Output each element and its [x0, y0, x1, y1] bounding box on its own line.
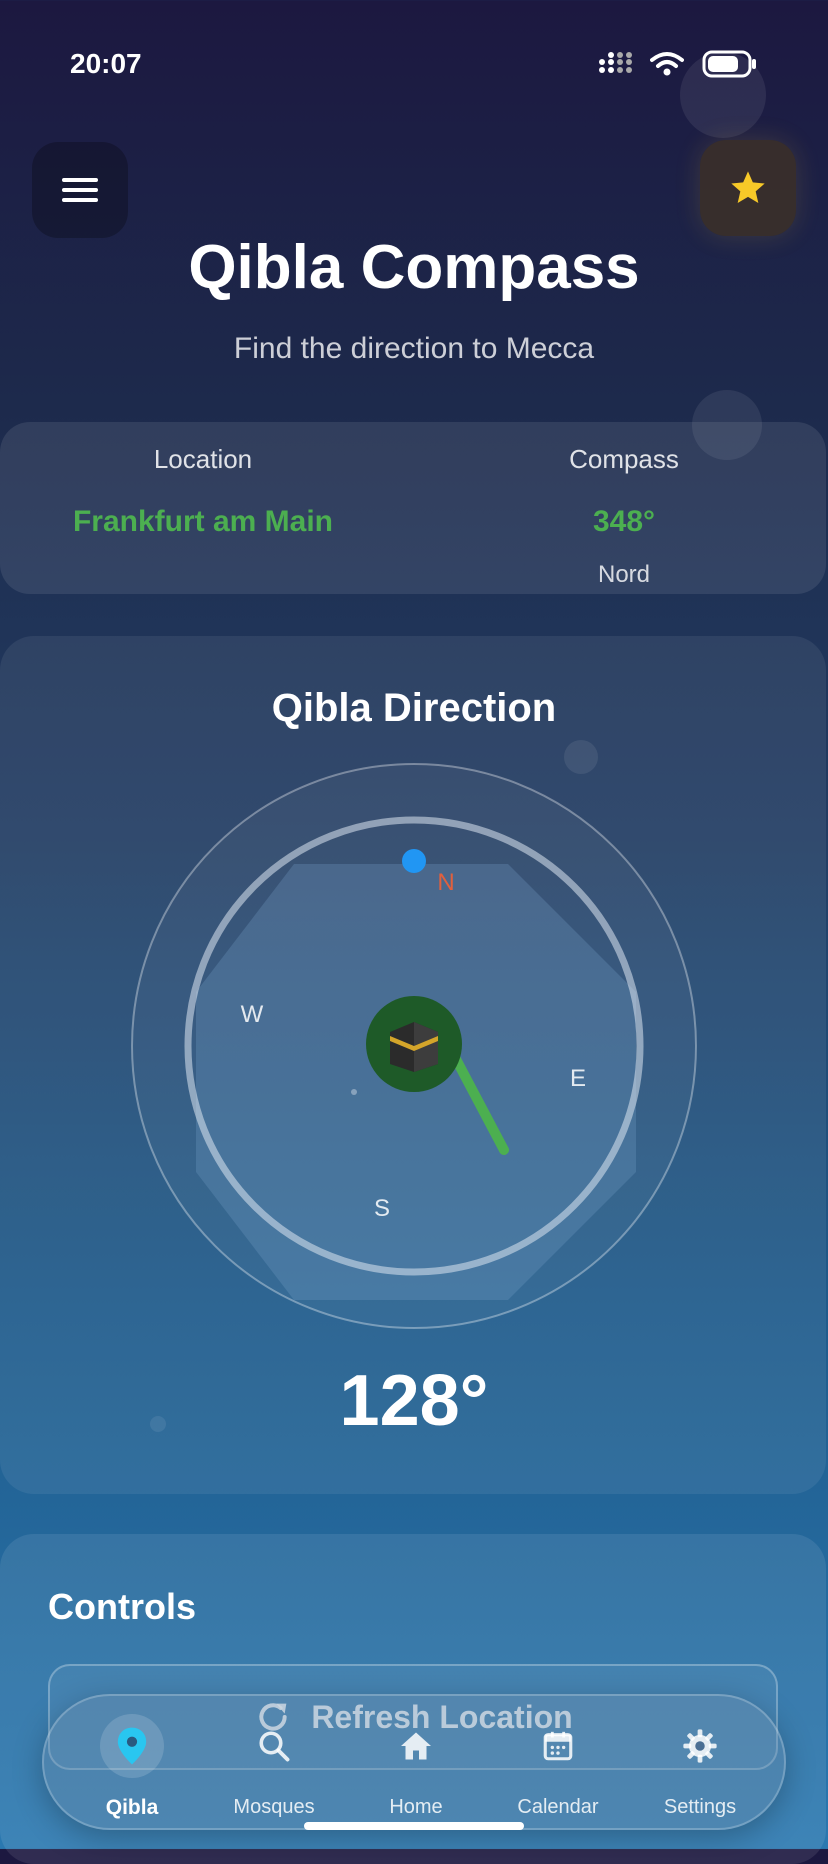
location-pin-icon	[117, 1727, 147, 1765]
nav-item-qibla[interactable]: Qibla	[62, 1696, 202, 1828]
nav-item-mosques[interactable]: Mosques	[204, 1696, 344, 1828]
qibla-direction-title: Qibla Direction	[271, 686, 557, 730]
nav-label-home: Home	[389, 1796, 443, 1818]
qibla-compass: N W E S	[131, 763, 697, 1329]
compass-label: Compass	[569, 444, 679, 474]
nav-label-settings: Settings	[663, 1796, 737, 1818]
cardinal-s: S	[374, 1195, 390, 1222]
nav-label-qibla: Qibla	[105, 1796, 159, 1819]
cardinal-e: E	[570, 1065, 586, 1092]
nav-item-settings[interactable]: Settings	[630, 1696, 770, 1828]
location-info-card: Location Frankfurt am Main Compass 348° …	[0, 422, 826, 594]
battery-icon	[702, 50, 756, 78]
nav-item-home[interactable]: Home	[346, 1696, 486, 1828]
page-subtitle: Find the direction to Mecca	[233, 332, 595, 365]
page-title: Qibla Compass	[188, 233, 640, 302]
compass-heading-value: 348°	[592, 505, 656, 538]
status-icons	[598, 50, 758, 78]
wifi-icon	[650, 52, 684, 76]
qibla-degree: 128°	[339, 1361, 489, 1441]
north-indicator-dot	[402, 849, 426, 873]
nav-label-mosques: Mosques	[233, 1796, 315, 1818]
status-time: 20:07	[70, 48, 142, 79]
search-icon	[259, 1731, 290, 1762]
signal-icon	[599, 52, 632, 73]
cardinal-n: N	[437, 869, 454, 896]
nav-item-calendar[interactable]: Calendar	[488, 1696, 628, 1828]
location-value: Frankfurt am Main	[72, 505, 334, 538]
gear-icon	[683, 1729, 717, 1763]
bottom-navigation: Qibla Mosques Home Calendar Settings	[42, 1694, 786, 1830]
nav-label-calendar: Calendar	[517, 1796, 599, 1818]
favorite-button[interactable]	[700, 140, 796, 236]
controls-title: Controls	[48, 1586, 196, 1627]
hamburger-menu-icon	[62, 178, 98, 202]
location-label: Location	[153, 444, 253, 474]
cardinal-w: W	[241, 1001, 264, 1028]
home-indicator	[304, 1822, 524, 1830]
star-icon	[731, 171, 765, 203]
kaaba-icon	[390, 1022, 438, 1072]
compass-direction-name: Nord	[597, 561, 651, 588]
calendar-icon	[543, 1731, 573, 1761]
menu-button[interactable]	[32, 142, 128, 238]
home-icon	[401, 1732, 431, 1760]
